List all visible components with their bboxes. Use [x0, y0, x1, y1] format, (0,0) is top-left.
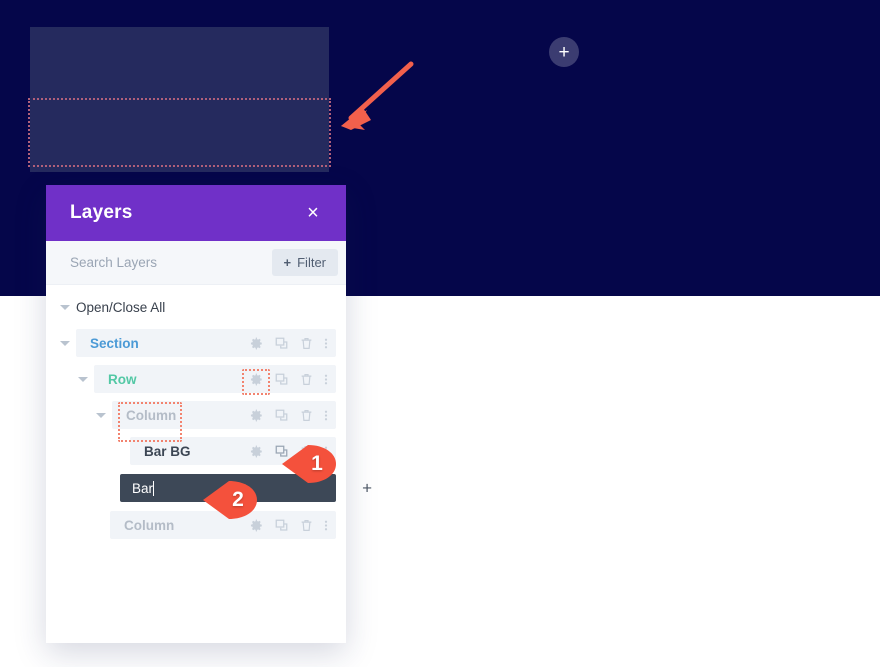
table-row[interactable]: Column: [46, 401, 346, 429]
trash-icon[interactable]: [299, 444, 314, 459]
filter-button[interactable]: + Filter: [271, 249, 338, 276]
layer-item-column[interactable]: Column: [112, 401, 336, 429]
layer-name: Column: [124, 517, 175, 533]
filter-button-label: Filter: [297, 255, 326, 270]
layer-item-section[interactable]: Section: [76, 329, 336, 357]
layer-name: Column: [126, 407, 177, 423]
trash-icon[interactable]: [299, 336, 314, 351]
close-icon[interactable]: ×: [302, 202, 324, 224]
add-section-button[interactable]: +: [549, 37, 579, 67]
screenshot-root: + Layers × + Filter Open/Close All: [0, 0, 880, 667]
layer-name: Row: [108, 371, 137, 387]
chevron-down-icon[interactable]: [96, 410, 106, 420]
table-row[interactable]: Bar BG: [46, 437, 346, 465]
layers-search-bar: + Filter: [46, 241, 346, 285]
layer-actions: [249, 444, 328, 459]
layer-item-bar[interactable]: Bar: [120, 474, 336, 502]
trash-icon[interactable]: [299, 372, 314, 387]
trash-icon[interactable]: [299, 518, 314, 533]
gear-icon[interactable]: [249, 444, 264, 459]
layer-name: Section: [90, 335, 139, 351]
layers-tree: Open/Close All Section Row Column Bar BG…: [46, 285, 372, 643]
layers-panel: Layers × + Filter Open/Close All Section: [46, 185, 372, 643]
layer-actions: [249, 372, 328, 387]
duplicate-icon[interactable]: [274, 336, 289, 351]
gear-icon[interactable]: [249, 336, 264, 351]
chevron-down-icon[interactable]: [60, 338, 70, 348]
layer-rename-value: Bar: [132, 480, 154, 496]
text-cursor: [153, 480, 155, 496]
layers-panel-header: Layers ×: [46, 185, 346, 241]
table-row[interactable]: Bar +: [46, 473, 372, 503]
table-row[interactable]: Section: [46, 329, 346, 357]
row-block-outline[interactable]: [28, 98, 331, 167]
chevron-down-icon[interactable]: [60, 302, 70, 312]
duplicate-icon[interactable]: [274, 408, 289, 423]
duplicate-icon[interactable]: [274, 518, 289, 533]
add-layer-button[interactable]: +: [362, 480, 372, 497]
kebab-menu-icon[interactable]: [324, 444, 328, 459]
table-row[interactable]: Column: [46, 511, 346, 539]
kebab-menu-icon[interactable]: [324, 518, 328, 533]
duplicate-icon[interactable]: [274, 372, 289, 387]
layer-actions: [249, 518, 328, 533]
table-row[interactable]: Row: [46, 365, 346, 393]
gear-icon[interactable]: [249, 408, 264, 423]
trash-icon[interactable]: [299, 408, 314, 423]
page-title: Layers: [70, 202, 133, 223]
filter-plus-icon: +: [283, 255, 292, 270]
duplicate-icon[interactable]: [274, 444, 289, 459]
kebab-menu-icon[interactable]: [324, 336, 328, 351]
layer-item-row[interactable]: Row: [94, 365, 336, 393]
search-input[interactable]: [70, 255, 250, 270]
gear-icon[interactable]: [249, 518, 264, 533]
chevron-down-icon[interactable]: [78, 374, 88, 384]
plus-icon: +: [558, 41, 570, 63]
layer-item-column-2[interactable]: Column: [110, 511, 336, 539]
open-close-all-row[interactable]: Open/Close All: [46, 293, 346, 321]
kebab-menu-icon[interactable]: [324, 408, 328, 423]
layer-name: Bar BG: [144, 443, 191, 459]
layer-actions: [249, 336, 328, 351]
gear-icon[interactable]: [249, 372, 264, 387]
open-close-all-label: Open/Close All: [76, 299, 166, 315]
layer-item-bar-bg[interactable]: Bar BG: [130, 437, 336, 465]
kebab-menu-icon[interactable]: [324, 372, 328, 387]
layer-actions: [249, 408, 328, 423]
layer-rename-field[interactable]: Bar: [132, 480, 328, 496]
